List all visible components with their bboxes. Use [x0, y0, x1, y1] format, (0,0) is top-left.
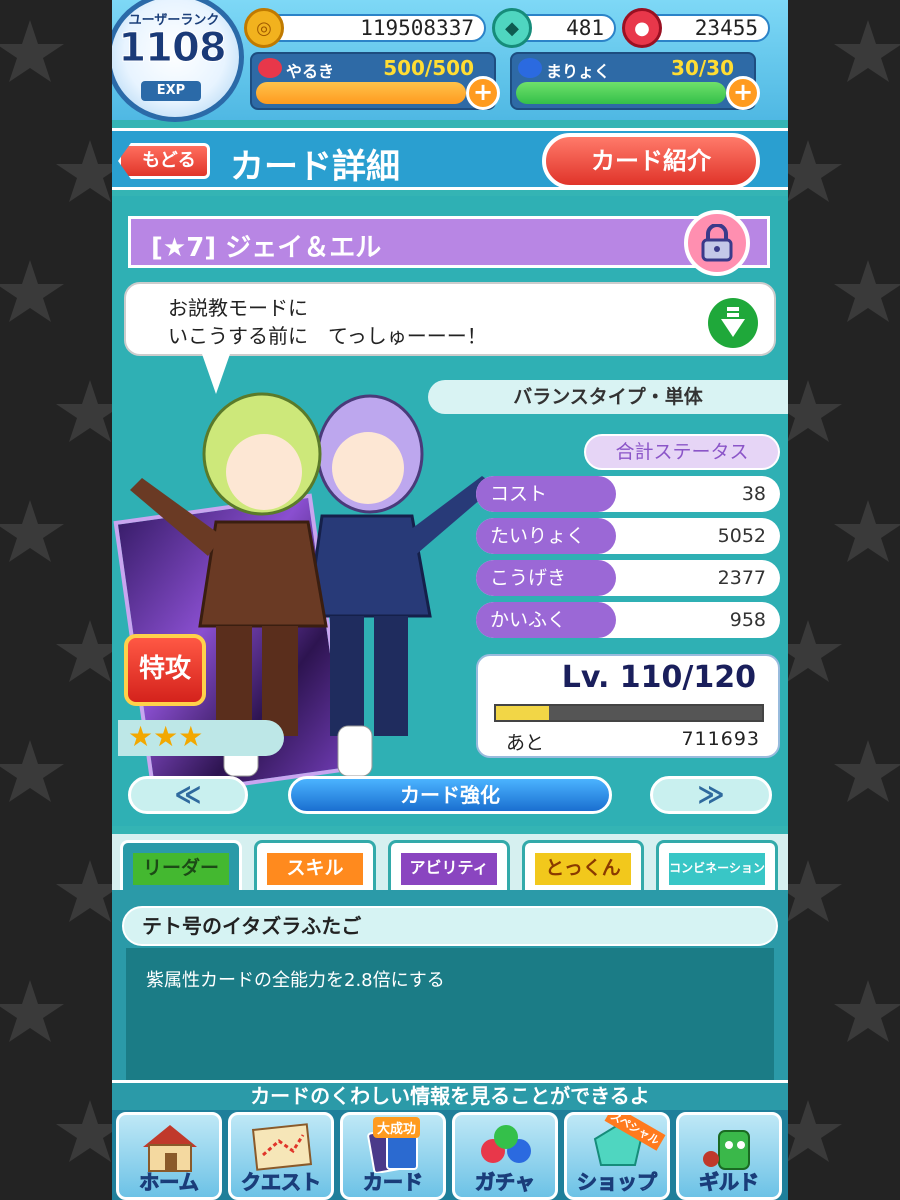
quote-bubble: お説教モードに いこうする前に てっしゅーーー！ — [124, 282, 776, 356]
total-status-label: 合計ステータス — [584, 434, 780, 470]
quote-line-2: いこうする前に てっしゅーーー！ — [168, 324, 487, 348]
meat-value: 23455 — [694, 16, 758, 40]
next-exp-value: 711693 — [681, 728, 760, 750]
card-enhance-button[interactable]: カード強化 — [288, 776, 612, 814]
bottom-navigation: ホーム クエスト 大成功 カード ガチャ スペシャル ショップ ギルド — [112, 1110, 788, 1200]
meat-icon: ● — [622, 8, 662, 48]
voice-down-button[interactable] — [708, 298, 758, 348]
stat-row-attack: こうげき 2377 — [476, 560, 780, 596]
tab-skill[interactable]: スキル — [254, 840, 376, 892]
tab-label: リーダー — [133, 853, 229, 885]
mana-plus-button[interactable]: + — [726, 76, 760, 110]
stat-value: 2377 — [717, 567, 766, 589]
stat-value: 5052 — [717, 525, 766, 547]
level-text: Lv. 110/120 — [561, 660, 756, 695]
lock-icon — [701, 224, 733, 262]
coin-counter: 119508337 — [262, 14, 486, 42]
leader-skill-panel: テト号のイタズラふたご 紫属性カードの全能力を2.8倍にする — [112, 890, 788, 1080]
nav-label: ガチャ — [475, 1170, 536, 1195]
previous-card-button[interactable]: ≪ — [128, 776, 248, 814]
leader-skill-body: 紫属性カードの全能力を2.8倍にする — [126, 948, 774, 1080]
nav-label: ギルド — [699, 1170, 760, 1195]
gem-value: 481 — [566, 16, 604, 40]
tab-leader[interactable]: リーダー — [120, 840, 242, 892]
nav-home[interactable]: ホーム — [116, 1112, 222, 1200]
left-background-pattern — [0, 0, 112, 1200]
stat-value: 958 — [729, 609, 766, 631]
nav-label: ホーム — [139, 1170, 199, 1195]
tab-label: アビリティ — [401, 853, 497, 885]
card-intro-button[interactable]: カード紹介 — [542, 133, 760, 189]
level-panel: Lv. 110/120 あと 711693 — [476, 654, 780, 758]
nav-card-badge: 大成功 — [373, 1117, 421, 1138]
stamina-bar — [256, 82, 466, 104]
stat-value: 38 — [741, 483, 766, 505]
game-screen: ユーザーランク 1108 EXP 119508337 ◎ 481 ◆ 23455… — [112, 0, 788, 1200]
nav-card[interactable]: 大成功 カード — [340, 1112, 446, 1200]
level-progress-fill — [496, 706, 550, 720]
stat-name: コスト — [476, 476, 616, 512]
gem-icon: ◆ — [492, 8, 532, 48]
card-detail-area: [★7] ジェイ＆エル お説教モードに いこうする前に てっしゅーーー！ 特攻 … — [112, 196, 788, 826]
mana-label: まりょく — [546, 62, 611, 81]
stat-row-cost: コスト 38 — [476, 476, 780, 512]
card-name: [★7] ジェイ＆エル — [151, 233, 382, 263]
tab-label: スキル — [267, 853, 363, 885]
stat-row-heal: かいふく 958 — [476, 602, 780, 638]
mana-value: 30/30 — [671, 56, 734, 80]
nav-guild[interactable]: ギルド — [676, 1112, 782, 1200]
tab-training[interactable]: とっくん — [522, 840, 644, 892]
right-background-pattern — [788, 0, 900, 1200]
nav-gacha[interactable]: ガチャ — [452, 1112, 558, 1200]
card-name-bar: [★7] ジェイ＆エル — [128, 216, 770, 268]
back-button[interactable]: もどる — [118, 143, 210, 179]
stat-name: かいふく — [476, 602, 616, 638]
nav-label: カード — [363, 1170, 424, 1195]
leader-skill-text: 紫属性カードの全能力を2.8倍にする — [146, 970, 445, 991]
rank-value: 1108 — [118, 25, 227, 72]
mana-puyo-icon — [518, 58, 542, 78]
stamina-puyo-icon — [258, 58, 282, 78]
nav-label: クエスト — [241, 1170, 322, 1195]
tab-label: コンビネーション — [669, 853, 765, 885]
level-progress-bar — [494, 704, 764, 722]
leader-skill-title: テト号のイタズラふたご — [122, 906, 778, 946]
stat-name: たいりょく — [476, 518, 616, 554]
special-attack-badge: 特攻 — [124, 634, 206, 706]
status-bar: ユーザーランク 1108 EXP 119508337 ◎ 481 ◆ 23455… — [112, 0, 788, 122]
mana-bar — [516, 82, 726, 104]
rarity-stars: ★★★ — [118, 720, 284, 756]
stat-row-hp: たいりょく 5052 — [476, 518, 780, 554]
next-exp-label: あと — [506, 732, 545, 754]
stamina-value: 500/500 — [383, 56, 474, 80]
tab-label: とっくん — [535, 853, 631, 885]
page-header: もどる カード詳細 カード紹介 — [112, 128, 788, 190]
arrow-down-icon — [721, 307, 745, 337]
stamina-plus-button[interactable]: + — [466, 76, 500, 110]
coin-value: 119508337 — [360, 16, 474, 40]
lock-button[interactable] — [684, 210, 750, 276]
user-rank-badge[interactable]: ユーザーランク 1108 EXP — [112, 0, 244, 122]
detail-tabs: リーダー スキル アビリティ とっくん コンビネーション — [112, 834, 788, 894]
stat-name: こうげき — [476, 560, 616, 596]
exp-label: EXP — [141, 81, 201, 101]
nav-shop[interactable]: スペシャル ショップ — [564, 1112, 670, 1200]
page-title: カード詳細 — [230, 147, 400, 187]
stamina-gauge: やるき 500/500 + — [250, 52, 500, 110]
tab-ability[interactable]: アビリティ — [388, 840, 510, 892]
tab-combination[interactable]: コンビネーション — [656, 840, 778, 892]
coin-icon: ◎ — [244, 8, 284, 48]
quote-line-1: お説教モードに — [168, 296, 308, 320]
nav-quest[interactable]: クエスト — [228, 1112, 334, 1200]
card-type: バランスタイプ・単体 — [428, 380, 788, 414]
help-message: カードのくわしい情報を見ることができるよ — [112, 1080, 788, 1110]
mana-gauge: まりょく 30/30 + — [510, 52, 760, 110]
next-card-button[interactable]: ≫ — [650, 776, 772, 814]
nav-label: ショップ — [577, 1170, 658, 1195]
stamina-label: やるき — [286, 62, 335, 81]
